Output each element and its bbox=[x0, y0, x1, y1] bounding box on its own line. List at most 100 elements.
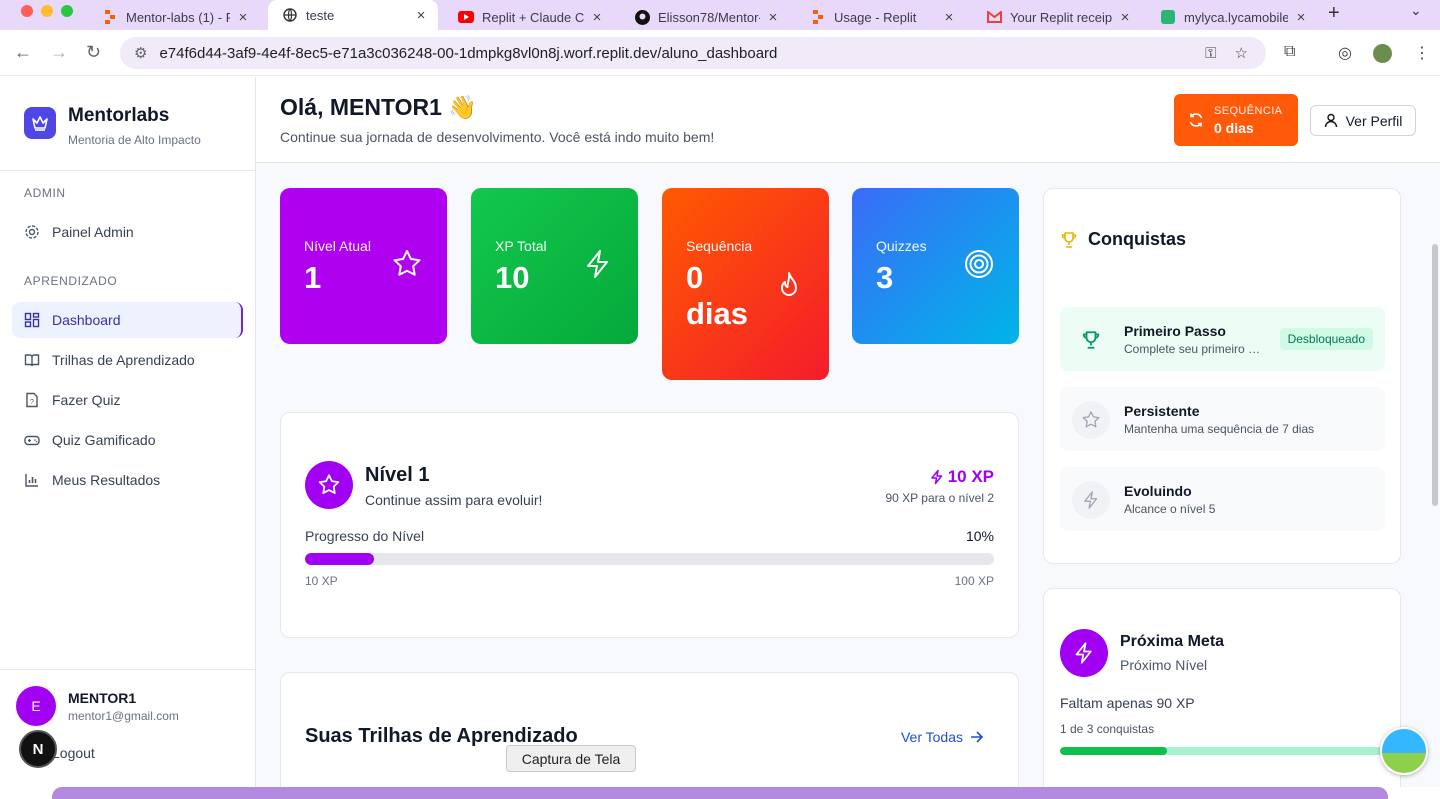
browser-tab[interactable]: Elisson78/Mentor- × bbox=[620, 0, 790, 34]
browser-tab-bar: Mentor-labs (1) - R × teste × Replit + C… bbox=[0, 0, 1440, 34]
target-icon bbox=[965, 250, 993, 278]
lightning-icon bbox=[930, 469, 942, 485]
forward-icon[interactable]: → bbox=[50, 42, 68, 63]
close-icon[interactable]: × bbox=[590, 9, 604, 26]
achievement-title: Persistente bbox=[1124, 403, 1200, 419]
achievement-title: Primeiro Passo bbox=[1124, 323, 1226, 339]
close-icon[interactable]: × bbox=[414, 7, 428, 24]
sidebar-item-label: Dashboard bbox=[52, 312, 121, 328]
tab-title: Replit + Claude Co bbox=[482, 9, 584, 25]
window-zoom-button[interactable] bbox=[61, 5, 73, 17]
progress-label: Progresso do Nível bbox=[305, 528, 425, 544]
brand-subtitle: Mentoria de Alto Impacto bbox=[68, 133, 201, 147]
sidebar-item-label: Painel Admin bbox=[52, 224, 134, 240]
gear-icon bbox=[24, 224, 40, 240]
achievements-header: Conquistas bbox=[1060, 229, 1186, 250]
tab-title: Usage - Replit bbox=[834, 9, 917, 25]
divider bbox=[0, 170, 255, 171]
next-goal-progress-fill bbox=[1060, 747, 1167, 755]
achievement-description: Alcance o nível 5 bbox=[1124, 502, 1216, 516]
sidebar-item-label: Trilhas de Aprendizado bbox=[52, 352, 195, 368]
gmail-icon bbox=[986, 9, 1002, 25]
achievement-item[interactable]: Primeiro Passo Complete seu primeiro qui… bbox=[1060, 307, 1385, 371]
stat-value: 1 bbox=[304, 260, 322, 295]
performance-icon[interactable]: ◎ bbox=[1338, 43, 1352, 63]
reload-icon[interactable]: ↻ bbox=[86, 42, 101, 63]
scrollbar-thumb[interactable] bbox=[1432, 244, 1438, 506]
browser-tab[interactable]: Usage - Replit × bbox=[796, 0, 966, 34]
sidebar-item-learning-trails[interactable]: Trilhas de Aprendizado bbox=[12, 342, 243, 378]
logout-button[interactable]: Logout bbox=[52, 745, 95, 761]
sidebar-item-take-quiz[interactable]: ? Fazer Quiz bbox=[12, 382, 243, 418]
beach-app-icon[interactable] bbox=[1380, 727, 1428, 775]
achievement-item[interactable]: Evoluindo Alcance o nível 5 bbox=[1060, 467, 1385, 531]
browser-toolbar: ← → ↻ ⚙ e74f6d44-3af9-4e4f-8ec5-e71a3c03… bbox=[0, 30, 1440, 76]
brand-name: Mentorlabs bbox=[68, 105, 170, 126]
github-icon bbox=[634, 9, 650, 25]
next-goal-subtitle: Próximo Nível bbox=[1120, 657, 1208, 673]
close-icon[interactable]: × bbox=[942, 9, 956, 26]
next-goal-card: Próxima Meta Próximo Nível Faltam apenas… bbox=[1043, 588, 1401, 787]
key-icon[interactable]: ⚿ bbox=[1205, 45, 1216, 62]
next-goal-remaining: Faltam apenas 90 XP bbox=[1060, 695, 1195, 711]
stat-value-unit: dias bbox=[686, 296, 749, 331]
lightning-icon bbox=[1072, 481, 1110, 519]
trophy-icon bbox=[1061, 231, 1077, 248]
n-badge[interactable]: N bbox=[19, 730, 57, 768]
close-icon[interactable]: × bbox=[1294, 9, 1308, 26]
browser-tab[interactable]: Mentor-labs (1) - R × bbox=[88, 0, 260, 34]
close-icon[interactable]: × bbox=[236, 9, 250, 26]
stat-value: 0 dias bbox=[686, 260, 829, 332]
sidebar-item-admin-panel[interactable]: Painel Admin bbox=[12, 214, 243, 250]
view-profile-button[interactable]: Ver Perfil bbox=[1310, 105, 1416, 136]
address-bar[interactable]: ⚙ e74f6d44-3af9-4e4f-8ec5-e71a3c036248-0… bbox=[120, 37, 1266, 69]
browser-tab[interactable]: Replit + Claude Co × bbox=[444, 0, 614, 34]
sidebar-item-my-results[interactable]: Meus Resultados bbox=[12, 462, 243, 498]
extensions-icon[interactable]: ⧉ bbox=[1284, 43, 1295, 61]
app: Mentorlabs Mentoria de Alto Impacto ADMI… bbox=[0, 77, 1440, 787]
level-xp: 10 XP bbox=[929, 467, 994, 487]
achievement-item[interactable]: Persistente Mantenha uma sequência de 7 … bbox=[1060, 387, 1385, 451]
dock bbox=[52, 787, 1388, 799]
stat-label: Quizzes bbox=[876, 238, 927, 254]
streak-button[interactable]: SEQUÊNCIA 0 dias bbox=[1174, 94, 1298, 146]
close-icon[interactable]: × bbox=[766, 9, 780, 26]
window-minimize-button[interactable] bbox=[41, 5, 53, 17]
lightning-icon bbox=[1060, 629, 1108, 677]
new-tab-button[interactable]: + bbox=[1328, 2, 1340, 25]
level-title: Nível 1 bbox=[365, 464, 430, 486]
sidebar-item-gamified-quiz[interactable]: Quiz Gamificado bbox=[12, 422, 243, 458]
lightning-icon bbox=[587, 250, 608, 278]
bar-chart-icon bbox=[24, 472, 40, 488]
bookmark-star-icon[interactable]: ☆ bbox=[1235, 44, 1248, 62]
browser-tab[interactable]: mylyca.lycamobile × bbox=[1146, 0, 1318, 34]
streak-value: 0 dias bbox=[1214, 119, 1254, 136]
svg-text:?: ? bbox=[30, 399, 34, 406]
window-close-button[interactable] bbox=[21, 5, 33, 17]
close-icon[interactable]: × bbox=[1118, 9, 1132, 26]
page-subtitle: Continue sua jornada de desenvolvimento.… bbox=[280, 129, 715, 145]
back-icon[interactable]: ← bbox=[14, 42, 32, 63]
globe-icon bbox=[282, 7, 298, 23]
tab-title: teste bbox=[306, 7, 335, 23]
chevron-down-icon[interactable]: ⌄ bbox=[1410, 2, 1422, 19]
main-content: Nível Atual 1 XP Total 10 Sequência 0 di… bbox=[256, 164, 1440, 787]
view-all-link[interactable]: Ver Todas bbox=[901, 729, 984, 745]
level-progress-bar bbox=[305, 553, 994, 565]
sidebar-item-dashboard[interactable]: Dashboard bbox=[12, 302, 243, 338]
replit-icon bbox=[102, 9, 118, 25]
stat-value-number: 0 bbox=[686, 260, 704, 295]
level-xp-value: 10 XP bbox=[947, 467, 994, 486]
star-icon bbox=[305, 461, 353, 509]
brand[interactable]: Mentorlabs Mentoria de Alto Impacto bbox=[24, 105, 201, 147]
avatar[interactable]: E bbox=[16, 686, 56, 726]
browser-tab[interactable]: Your Replit receipt × bbox=[972, 0, 1142, 34]
browser-tab-active[interactable]: teste × bbox=[268, 0, 438, 30]
profile-avatar-icon[interactable] bbox=[1373, 44, 1392, 63]
tab-title: mylyca.lycamobile bbox=[1184, 9, 1288, 25]
menu-icon[interactable]: ⋮ bbox=[1414, 43, 1430, 63]
gamepad-icon bbox=[24, 432, 40, 448]
next-goal-conquests: 1 de 3 conquistas bbox=[1060, 722, 1155, 736]
site-info-icon[interactable]: ⚙ bbox=[134, 44, 147, 62]
screenshot-tooltip: Captura de Tela bbox=[506, 745, 636, 772]
